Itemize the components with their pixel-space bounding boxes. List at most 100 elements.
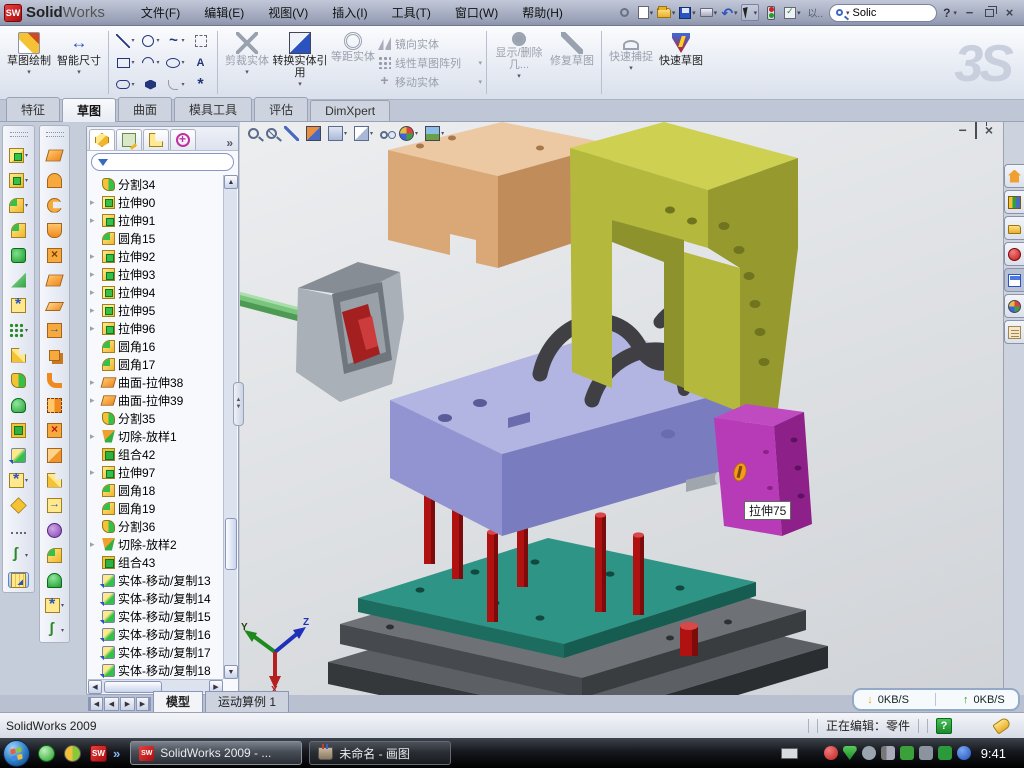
custom-properties-icon[interactable]: [1004, 320, 1024, 344]
ribbon-tab[interactable]: 特征: [6, 97, 60, 121]
tree-item[interactable]: 实体-移动/复制18: [90, 661, 223, 679]
tree-item[interactable]: 圆角16: [90, 337, 223, 355]
circle-icon[interactable]: ▾: [138, 30, 163, 52]
ribbon-tab[interactable]: 评估: [254, 97, 308, 121]
tree-item[interactable]: 实体-移动/复制15: [90, 607, 223, 625]
dropdown-arrow-icon[interactable]: ▾: [478, 59, 482, 67]
tree-item[interactable]: 拉伸96: [90, 319, 223, 337]
start-button[interactable]: [3, 740, 30, 767]
section-view-icon[interactable]: ▾: [306, 124, 321, 142]
first-tab-button[interactable]: ◀: [88, 697, 103, 711]
polygon-icon[interactable]: ▾: [138, 74, 163, 96]
expand-arrow-icon[interactable]: [90, 305, 99, 316]
tree-item[interactable]: 拉伸91: [90, 211, 223, 229]
tree-item[interactable]: 切除-放样1: [90, 427, 223, 445]
expand-arrow-icon[interactable]: [90, 395, 99, 406]
spline-icon[interactable]: ▾: [163, 30, 188, 52]
tree-item[interactable]: 曲面-拉伸38: [90, 373, 223, 391]
move-copy-body-icon[interactable]: ▾: [11, 447, 26, 463]
tree-item[interactable]: 曲面-拉伸39: [90, 391, 223, 409]
volume-tray-icon[interactable]: [881, 746, 895, 760]
extend-surface-icon[interactable]: ▾: [47, 372, 62, 388]
plane-icon[interactable]: ▾: [11, 497, 26, 513]
dropdown-arrow-icon[interactable]: ▾: [478, 78, 482, 86]
arc-icon[interactable]: ▾: [138, 52, 163, 74]
mirror-icon[interactable]: ▾: [11, 347, 26, 363]
windows-update-tray-icon[interactable]: [957, 746, 971, 760]
rib-icon[interactable]: ▾: [11, 272, 26, 288]
dropdown-arrow-icon[interactable]: ▾: [156, 37, 159, 44]
expand-arrow-icon[interactable]: [90, 197, 99, 208]
scene-icon[interactable]: ▾: [425, 124, 444, 142]
options-button[interactable]: ▾: [783, 4, 801, 21]
display-style-icon[interactable]: ▾: [354, 124, 373, 142]
delete-face-icon[interactable]: ▾: [47, 422, 62, 438]
olive-bracket[interactable]: [570, 122, 798, 424]
dropdown-arrow-icon[interactable]: ▾: [25, 202, 28, 209]
clamp-section-piece[interactable]: [296, 262, 404, 402]
dropdown-arrow-icon[interactable]: ▾: [415, 130, 418, 137]
dropdown-arrow-icon[interactable]: ▾: [441, 130, 444, 137]
shield-tray-icon[interactable]: [843, 746, 857, 760]
offset-surface-icon[interactable]: ▾: [47, 322, 62, 338]
draft-icon[interactable]: ▾: [11, 297, 26, 313]
tree-item[interactable]: 分割35: [90, 409, 223, 427]
tree-item[interactable]: 圆角18: [90, 481, 223, 499]
expand-arrow-icon[interactable]: [90, 215, 99, 226]
fillet-icon[interactable]: ▾: [9, 197, 28, 213]
shell-icon[interactable]: ▾: [11, 247, 26, 263]
menu-item[interactable]: 文件(F): [129, 0, 192, 25]
tree-item[interactable]: 实体-移动/复制13: [90, 571, 223, 589]
lofted-surface-icon[interactable]: ▾: [47, 222, 62, 238]
search-box[interactable]: ▾: [829, 4, 937, 22]
undo-button[interactable]: ↶▾: [720, 4, 738, 21]
display-delete-relations-button[interactable]: 显示/删除几...▾: [491, 29, 547, 96]
revolved-boss-icon[interactable]: ▾: [9, 172, 28, 188]
chamfer-icon[interactable]: ▾: [11, 222, 26, 238]
dropdown-arrow-icon[interactable]: ▾: [156, 59, 159, 66]
messenger-quick-icon[interactable]: [38, 745, 55, 762]
new-file-button[interactable]: ▾: [636, 4, 654, 21]
curve-icon[interactable]: ▾: [45, 622, 64, 638]
configuration-manager-tab[interactable]: [143, 129, 169, 150]
trim-entities-button[interactable]: 剪裁实体▾: [222, 29, 272, 96]
dropdown-arrow-icon[interactable]: ▾: [181, 37, 184, 44]
split-icon[interactable]: ▾: [11, 372, 26, 388]
move-entities-button[interactable]: 移动实体 ▾: [378, 74, 482, 90]
help-button[interactable]: ?▾: [940, 4, 958, 21]
dropdown-arrow-icon[interactable]: ▾: [131, 59, 134, 66]
dropdown-arrow-icon[interactable]: ▾: [25, 477, 28, 484]
motion-study-tab[interactable]: 运动算例 1: [205, 691, 289, 712]
linear-sketch-pattern-button[interactable]: 线性草图阵列 ▾: [378, 55, 482, 71]
expand-arrow-icon[interactable]: [90, 323, 99, 334]
select-tool-button[interactable]: ▾: [741, 4, 759, 21]
tree-item[interactable]: 切除-放样2: [90, 535, 223, 553]
upload-tray-icon[interactable]: [900, 746, 914, 760]
search-input[interactable]: [853, 7, 913, 19]
open-file-button[interactable]: ▾: [657, 4, 675, 21]
menu-item[interactable]: 视图(V): [256, 0, 320, 25]
menu-item[interactable]: 插入(I): [320, 0, 379, 25]
restore-button[interactable]: [981, 5, 998, 20]
design-library-icon[interactable]: [1004, 190, 1024, 214]
scrollbar-thumb[interactable]: [225, 518, 237, 570]
mirror-entities-button[interactable]: 镜向实体: [378, 36, 482, 52]
revolved-surface-icon[interactable]: ▾: [47, 172, 62, 188]
tree-item[interactable]: 圆角17: [90, 355, 223, 373]
close-button[interactable]: ×: [1001, 5, 1018, 20]
ribbon-tab[interactable]: DimXpert: [310, 100, 390, 121]
toolbox-icon[interactable]: [1004, 242, 1024, 266]
toolbar-overflow[interactable]: 以..: [804, 5, 826, 20]
dropdown-arrow-icon[interactable]: ▾: [61, 627, 64, 634]
solidworks-quick-icon[interactable]: SW: [90, 745, 107, 762]
dropdown-arrow-icon[interactable]: ▾: [131, 81, 134, 88]
tree-filter-input[interactable]: [91, 153, 234, 171]
quick-tips-help-icon[interactable]: ?: [936, 718, 952, 734]
file-explorer-icon[interactable]: [1004, 216, 1024, 240]
view-palette-icon[interactable]: [1004, 268, 1024, 292]
keyboard-layout-icon[interactable]: [781, 748, 798, 759]
dropdown-arrow-icon[interactable]: ▾: [181, 81, 184, 88]
scroll-down-arrow-icon[interactable]: ▼: [224, 665, 238, 679]
solidworks-resources-icon[interactable]: [1004, 164, 1024, 188]
panel-splitter-handle[interactable]: ▲▼: [233, 382, 244, 426]
